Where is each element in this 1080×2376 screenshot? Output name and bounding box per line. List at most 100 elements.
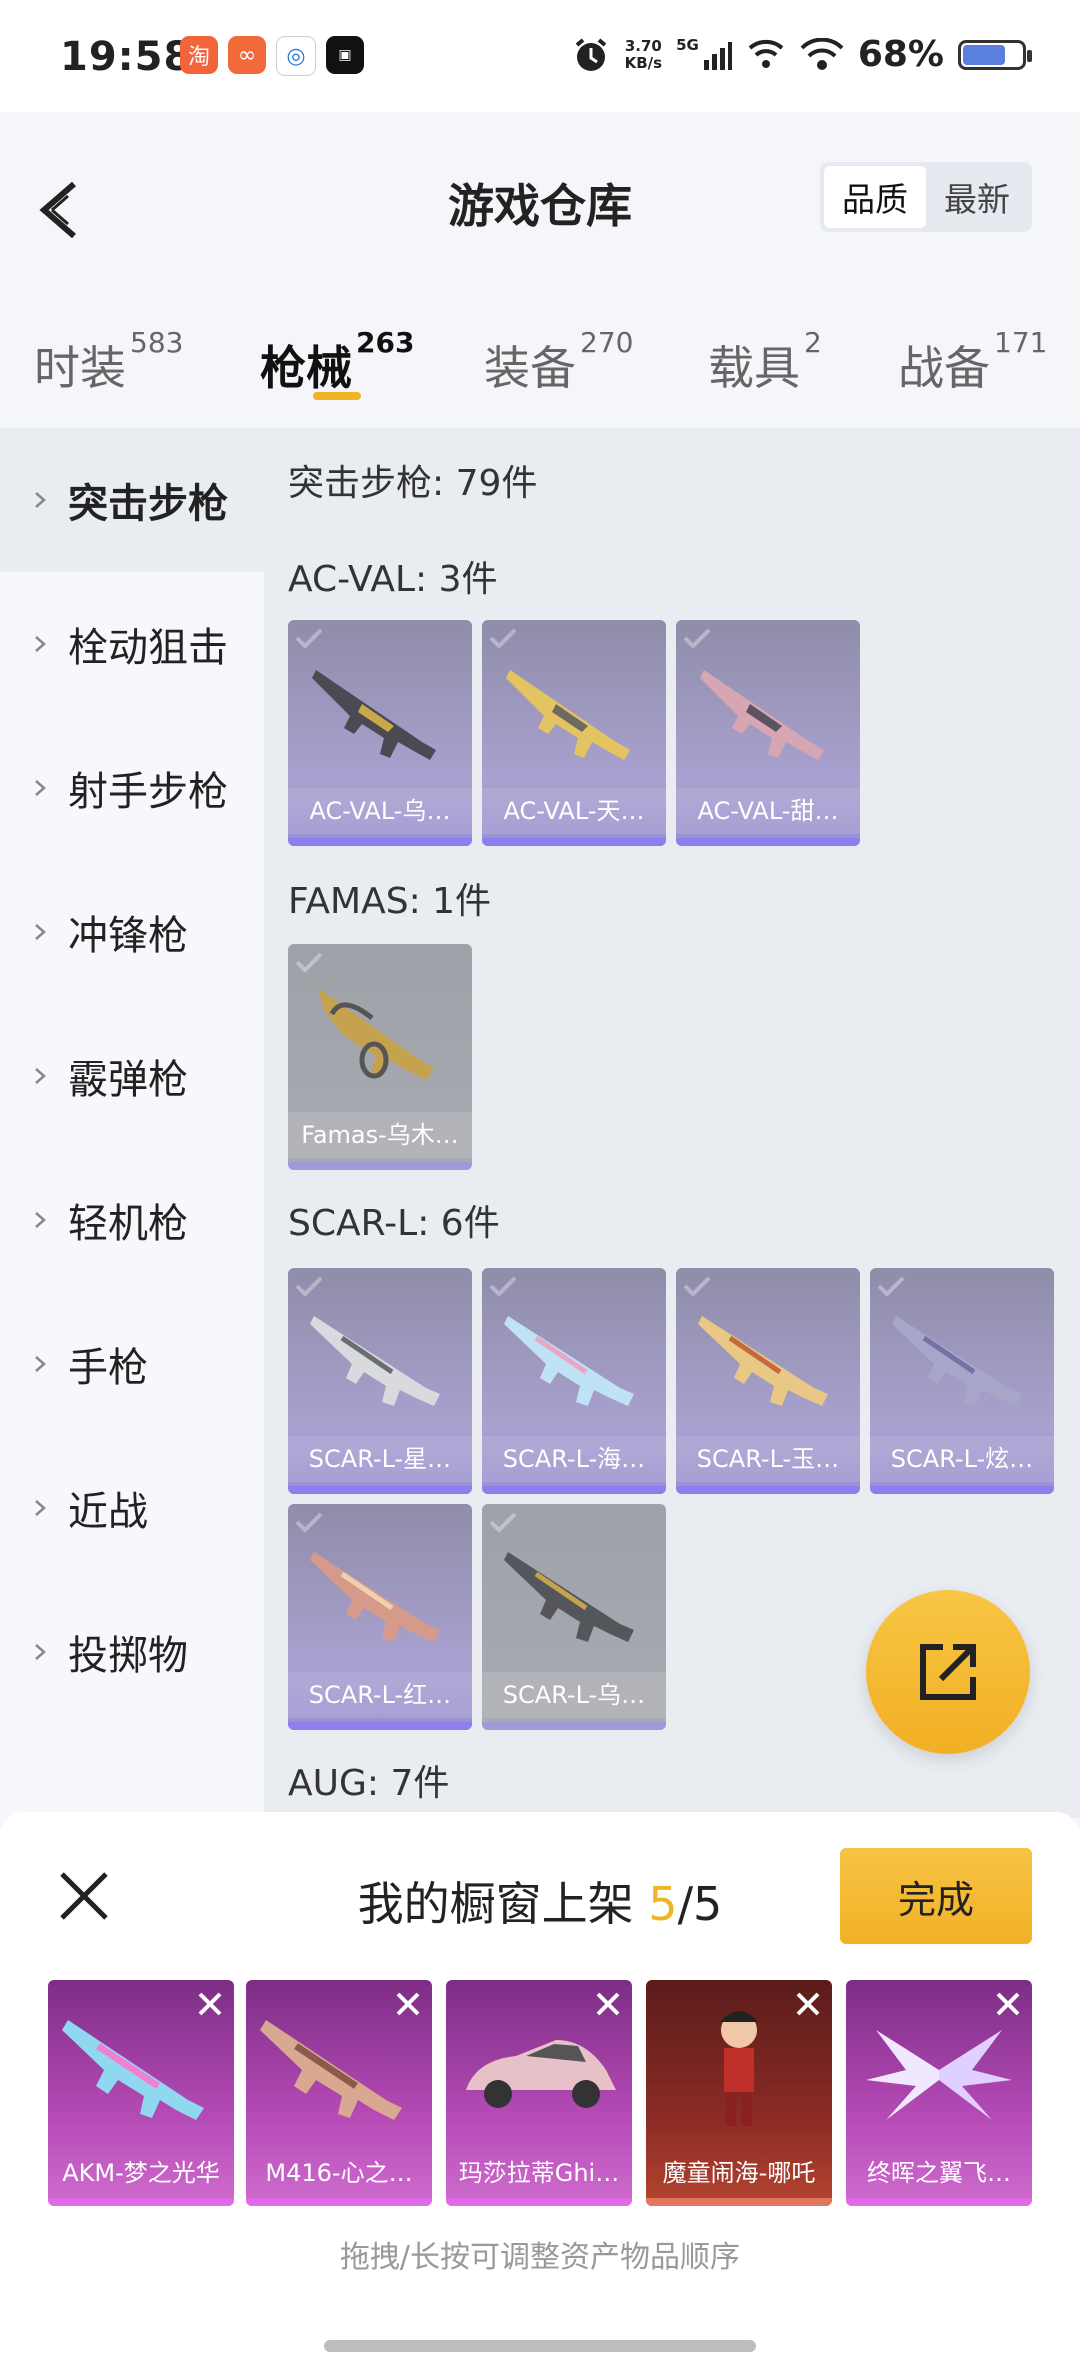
item-card[interactable]: SCAR-L-乌… xyxy=(482,1504,666,1730)
rarity-bar xyxy=(482,1486,666,1494)
rarity-bar xyxy=(288,838,472,846)
item-name: M416-心之… xyxy=(265,2159,413,2187)
network-speed: 3.70 KB/s xyxy=(624,36,663,72)
showcase-panel: 我的橱窗上架 5/5 完成 AKM-梦之光华 M416-心之… 玛莎拉蒂Ghi…… xyxy=(0,1812,1080,2376)
remove-icon[interactable] xyxy=(190,1984,230,2024)
item-card[interactable]: AC-VAL-乌… xyxy=(288,620,472,846)
status-app-icons: 淘 ∞ ◎ ▣ xyxy=(180,36,364,76)
sidebar-item-shotgun[interactable]: 霰弹枪 xyxy=(0,1004,264,1148)
chevron-right-icon xyxy=(35,1644,46,1660)
status-bar: 19:58 淘 ∞ ◎ ▣ 3.70 KB/s 5G 68% xyxy=(0,0,1080,112)
item-name: Famas-乌木… xyxy=(288,1112,472,1158)
rarity-bar xyxy=(870,1486,1054,1494)
item-card[interactable]: SCAR-L-红… xyxy=(288,1504,472,1730)
tab-fashion[interactable]: 时装 583 xyxy=(34,326,183,398)
rarity-bar xyxy=(646,2198,832,2206)
sidebar-item-pistol[interactable]: 手枪 xyxy=(0,1292,264,1436)
check-icon xyxy=(877,1276,905,1297)
rifle-icon xyxy=(506,670,630,760)
remove-icon[interactable] xyxy=(788,1984,828,2024)
item-card[interactable]: AC-VAL-甜… xyxy=(676,620,860,846)
chat-app-icon: ◎ xyxy=(276,36,316,76)
sidebar-item-marksman-rifle[interactable]: 射手步枪 xyxy=(0,716,264,860)
check-icon xyxy=(295,1512,323,1533)
check-icon xyxy=(683,1276,711,1297)
battery-level xyxy=(963,44,1006,65)
item-name: 终晖之翼飞… xyxy=(867,2159,1011,2187)
sidebar-item-lmg[interactable]: 轻机枪 xyxy=(0,1148,264,1292)
sidebar-item-bolt-sniper[interactable]: 栓动狙击 xyxy=(0,572,264,716)
rarity-bar xyxy=(482,1722,666,1730)
showcase-item[interactable]: 终晖之翼飞… xyxy=(846,1980,1032,2206)
news-app-icon: ▣ xyxy=(326,36,364,74)
group-title-aug: AUG: 7件 xyxy=(288,1763,450,1804)
showcase-count: 5 xyxy=(648,1877,678,1931)
status-time: 19:58 xyxy=(60,34,193,80)
check-icon xyxy=(489,1512,517,1533)
remove-icon[interactable] xyxy=(988,1984,1028,2024)
showcase-item[interactable]: 玛莎拉蒂Ghi… xyxy=(446,1980,632,2206)
item-name: SCAR-L-炫… xyxy=(870,1436,1054,1482)
rifle-icon xyxy=(892,1316,1022,1406)
rarity-bar xyxy=(288,1486,472,1494)
rarity-bar xyxy=(446,2198,632,2206)
item-name: AC-VAL-甜… xyxy=(676,788,860,834)
item-name: AKM-梦之光华 xyxy=(62,2159,220,2187)
item-card[interactable]: SCAR-L-炫… xyxy=(870,1268,1054,1494)
chevron-right-icon xyxy=(35,492,46,508)
chevron-right-icon xyxy=(35,1068,46,1084)
tab-vehicles[interactable]: 载具 2 xyxy=(708,326,822,398)
item-name: SCAR-L-海… xyxy=(482,1436,666,1482)
rifle-icon xyxy=(504,1316,634,1406)
showcase-item[interactable]: AKM-梦之光华 xyxy=(48,1980,234,2206)
item-card[interactable]: SCAR-L-海… xyxy=(482,1268,666,1494)
sidebar-item-melee[interactable]: 近战 xyxy=(0,1436,264,1580)
showcase-item[interactable]: 魔童闹海-哪吒 xyxy=(646,1980,832,2206)
sort-switch[interactable]: 品质 最新 xyxy=(820,162,1032,232)
check-icon xyxy=(295,1276,323,1297)
sidebar-item-throwable[interactable]: 投掷物 xyxy=(0,1580,264,1724)
home-indicator[interactable] xyxy=(324,2340,756,2352)
sidebar-item-assault-rifle[interactable]: 突击步枪 xyxy=(0,428,264,572)
rarity-bar xyxy=(288,1162,472,1170)
chevron-right-icon xyxy=(35,1212,46,1228)
item-name: 玛莎拉蒂Ghi… xyxy=(458,2159,620,2187)
sort-option-quality[interactable]: 品质 xyxy=(824,166,926,228)
header: 游戏仓库 品质 最新 时装 583 枪械 263 装备 270 载具 2 战备 171 xyxy=(0,112,1080,428)
battery-icon xyxy=(958,39,1032,70)
group-title-famas: FAMAS: 1件 xyxy=(288,881,492,922)
sort-option-latest[interactable]: 最新 xyxy=(926,166,1028,228)
item-card[interactable]: SCAR-L-玉… xyxy=(676,1268,860,1494)
showcase-item[interactable]: M416-心之… xyxy=(246,1980,432,2206)
tab-firearms[interactable]: 枪械 263 xyxy=(260,326,414,398)
battery-percent: 68% xyxy=(857,34,944,75)
check-icon xyxy=(295,628,323,649)
alarm-icon xyxy=(575,37,606,71)
tab-supplies[interactable]: 战备 171 xyxy=(898,326,1047,398)
rifle-icon xyxy=(312,670,436,760)
rifle-icon xyxy=(310,1552,440,1642)
remove-icon[interactable] xyxy=(388,1984,428,2024)
check-icon xyxy=(489,628,517,649)
item-name: AC-VAL-乌… xyxy=(288,788,472,834)
rarity-bar xyxy=(288,1722,472,1730)
wifi-icon-2 xyxy=(800,37,844,70)
rarity-bar xyxy=(676,1486,860,1494)
item-card[interactable]: Famas-乌木… xyxy=(288,944,472,1170)
item-card[interactable]: SCAR-L-星… xyxy=(288,1268,472,1494)
done-button[interactable]: 完成 xyxy=(840,1848,1032,1944)
item-name: SCAR-L-星… xyxy=(288,1436,472,1482)
chevron-right-icon xyxy=(35,636,46,652)
status-indicators: 3.70 KB/s 5G 68% xyxy=(571,34,1032,75)
check-icon xyxy=(489,1276,517,1297)
item-card[interactable]: AC-VAL-天… xyxy=(482,620,666,846)
item-name: 魔童闹海-哪吒 xyxy=(662,2159,816,2187)
rarity-bar xyxy=(846,2198,1032,2206)
remove-icon[interactable] xyxy=(588,1984,628,2024)
share-button[interactable] xyxy=(866,1590,1030,1754)
tab-equipment[interactable]: 装备 270 xyxy=(484,326,633,398)
chevron-right-icon xyxy=(35,924,46,940)
category-tabs: 时装 583 枪械 263 装备 270 载具 2 战备 171 xyxy=(0,312,1080,422)
rifle-icon xyxy=(318,988,434,1080)
sidebar-item-smg[interactable]: 冲锋枪 xyxy=(0,860,264,1004)
